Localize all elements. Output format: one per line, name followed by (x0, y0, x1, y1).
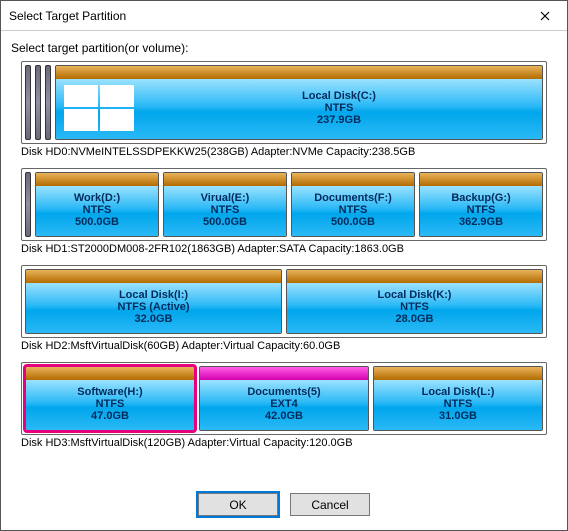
partition-d[interactable]: Work(D:) NTFS 500.0GB (35, 172, 159, 237)
partition-fs: NTFS (378, 301, 452, 313)
partition-header (420, 173, 542, 186)
partition-header (26, 270, 281, 283)
partition-size: 237.9GB (140, 114, 538, 126)
partition-body: Local Disk(I:) NTFS (Active) 32.0GB (26, 283, 281, 333)
dialog-buttons: OK Cancel (1, 483, 567, 530)
partition-label: Local Disk(L:) (422, 386, 495, 398)
partition-body: Work(D:) NTFS 500.0GB (36, 186, 158, 236)
disk-row: Work(D:) NTFS 500.0GB Virual(E:) NTFS 50… (21, 168, 547, 241)
partition-body: Virual(E:) NTFS 500.0GB (164, 186, 286, 236)
partition-size: 500.0GB (314, 216, 392, 228)
partition-label: Documents(5) (247, 386, 320, 398)
partition-size: 500.0GB (74, 216, 120, 228)
disk-caption: Disk HD3:MsftVirtualDisk(120GB) Adapter:… (21, 435, 547, 455)
window-title: Select Target Partition (9, 9, 522, 23)
partition-size: 47.0GB (77, 410, 142, 422)
partition-fs: NTFS (422, 398, 495, 410)
partition-fs: NTFS (77, 398, 142, 410)
partition-body: Documents(F:) NTFS 500.0GB (292, 186, 414, 236)
partition-documents5[interactable]: Documents(5) EXT4 42.0GB (199, 366, 369, 431)
disk-group-3: Software(H:) NTFS 47.0GB Documents(5) EX… (21, 362, 547, 455)
partition-fs: NTFS (Active) (117, 301, 189, 313)
partition-header (374, 367, 542, 380)
disk-group-2: Local Disk(I:) NTFS (Active) 32.0GB Loca… (21, 265, 547, 358)
cancel-button[interactable]: Cancel (290, 493, 370, 516)
partition-body: Local Disk(C:) NTFS 237.9GB (56, 79, 542, 139)
partition-body: Software(H:) NTFS 47.0GB (26, 380, 194, 430)
partition-body: Local Disk(L:) NTFS 31.0GB (374, 380, 542, 430)
partition-h[interactable]: Software(H:) NTFS 47.0GB (25, 366, 195, 431)
partition-i[interactable]: Local Disk(I:) NTFS (Active) 32.0GB (25, 269, 282, 334)
partition-header (287, 270, 542, 283)
partition-fs: NTFS (74, 204, 120, 216)
partition-label: Software(H:) (77, 386, 142, 398)
partition-header (200, 367, 368, 380)
disk-caption: Disk HD2:MsftVirtualDisk(60GB) Adapter:V… (21, 338, 547, 358)
disk-row: Local Disk(I:) NTFS (Active) 32.0GB Loca… (21, 265, 547, 338)
partition-label: Work(D:) (74, 192, 120, 204)
partition-fs: NTFS (451, 204, 510, 216)
unallocated-slice (45, 65, 51, 140)
partition-body: Local Disk(K:) NTFS 28.0GB (287, 283, 542, 333)
partition-e[interactable]: Virual(E:) NTFS 500.0GB (163, 172, 287, 237)
disk-row: Software(H:) NTFS 47.0GB Documents(5) EX… (21, 362, 547, 435)
disk-caption: Disk HD1:ST2000DM008-2FR102(1863GB) Adap… (21, 241, 547, 261)
partition-g[interactable]: Backup(G:) NTFS 362.9GB (419, 172, 543, 237)
partition-header (164, 173, 286, 186)
disk-group-1: Work(D:) NTFS 500.0GB Virual(E:) NTFS 50… (21, 168, 547, 261)
partition-header (56, 66, 542, 79)
disk-caption: Disk HD0:NVMeINTELSSDPEKKW25(238GB) Adap… (21, 144, 547, 164)
partition-size: 362.9GB (451, 216, 510, 228)
disk-row: Local Disk(C:) NTFS 237.9GB (21, 61, 547, 144)
partition-size: 500.0GB (201, 216, 250, 228)
partition-fs: NTFS (314, 204, 392, 216)
partition-fs: NTFS (201, 204, 250, 216)
windows-logo-icon (64, 85, 134, 131)
partition-header (292, 173, 414, 186)
select-target-partition-dialog: Select Target Partition Select target pa… (0, 0, 568, 531)
partition-size: 28.0GB (378, 313, 452, 325)
partition-label: Local Disk(I:) (117, 289, 189, 301)
partition-body: Backup(G:) NTFS 362.9GB (420, 186, 542, 236)
close-button[interactable] (522, 1, 567, 31)
partition-size: 32.0GB (117, 313, 189, 325)
partition-label: Documents(F:) (314, 192, 392, 204)
partition-list: Local Disk(C:) NTFS 237.9GB Disk HD0:NVM… (1, 61, 567, 483)
partition-header (36, 173, 158, 186)
partition-header (26, 367, 194, 380)
partition-c[interactable]: Local Disk(C:) NTFS 237.9GB (55, 65, 543, 140)
unallocated-slice (25, 172, 31, 237)
partition-label: Backup(G:) (451, 192, 510, 204)
unallocated-slice (25, 65, 31, 140)
partition-label: Local Disk(K:) (378, 289, 452, 301)
partition-l[interactable]: Local Disk(L:) NTFS 31.0GB (373, 366, 543, 431)
partition-label: Local Disk(C:) (140, 90, 538, 102)
unallocated-slice (35, 65, 41, 140)
partition-k[interactable]: Local Disk(K:) NTFS 28.0GB (286, 269, 543, 334)
partition-label: Virual(E:) (201, 192, 250, 204)
dialog-subtitle: Select target partition(or volume): (1, 31, 567, 61)
ok-button[interactable]: OK (198, 493, 278, 516)
partition-body: Documents(5) EXT4 42.0GB (200, 380, 368, 430)
disk-group-0: Local Disk(C:) NTFS 237.9GB Disk HD0:NVM… (21, 61, 547, 164)
partition-fs: NTFS (140, 102, 538, 114)
partition-fs: EXT4 (247, 398, 320, 410)
close-icon (540, 11, 550, 21)
partition-size: 42.0GB (247, 410, 320, 422)
partition-size: 31.0GB (422, 410, 495, 422)
partition-f[interactable]: Documents(F:) NTFS 500.0GB (291, 172, 415, 237)
titlebar: Select Target Partition (1, 1, 567, 31)
